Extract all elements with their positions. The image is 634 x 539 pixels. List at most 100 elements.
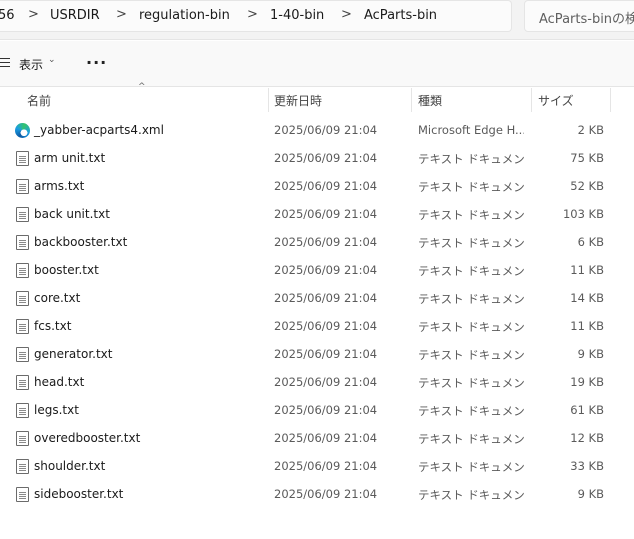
view-icon [0, 58, 10, 68]
file-type: Microsoft Edge H... [418, 123, 524, 137]
file-row[interactable]: core.txt 2025/06/09 21:04 テキスト ドキュメント 14… [0, 284, 634, 312]
file-name: shoulder.txt [34, 459, 106, 473]
file-size: 11 KB [570, 263, 604, 277]
column-divider[interactable] [610, 88, 611, 112]
file-size: 2 KB [577, 123, 604, 137]
file-row[interactable]: head.txt 2025/06/09 21:04 テキスト ドキュメント 19… [0, 368, 634, 396]
file-type: テキスト ドキュメント [418, 264, 524, 278]
file-date: 2025/06/09 21:04 [274, 459, 378, 473]
file-size: 12 KB [570, 431, 604, 445]
search-input[interactable]: AcParts-binの検索 [524, 0, 634, 32]
file-name: backbooster.txt [34, 235, 128, 249]
file-date: 2025/06/09 21:04 [274, 263, 378, 277]
file-size: 19 KB [570, 375, 604, 389]
breadcrumb-separator-icon[interactable]: > [341, 7, 352, 22]
file-size: 6 KB [577, 235, 604, 249]
breadcrumb-item[interactable]: USRDIR [50, 8, 100, 23]
file-type: テキスト ドキュメント [418, 208, 524, 222]
file-type: テキスト ドキュメント [418, 348, 524, 362]
file-name: sidebooster.txt [34, 487, 124, 501]
file-type: テキスト ドキュメント [418, 320, 524, 334]
file-type: テキスト ドキュメント [418, 236, 524, 250]
file-row[interactable]: backbooster.txt 2025/06/09 21:04 テキスト ドキ… [0, 228, 634, 256]
column-header-size[interactable]: サイズ [538, 92, 574, 109]
file-type: テキスト ドキュメント [418, 376, 524, 390]
file-row[interactable]: back unit.txt 2025/06/09 21:04 テキスト ドキュメ… [0, 200, 634, 228]
column-header-name[interactable]: 名前 [27, 92, 51, 109]
file-name: booster.txt [34, 263, 99, 277]
breadcrumb-separator-icon[interactable]: > [28, 7, 39, 22]
file-name: arm unit.txt [34, 151, 106, 165]
column-divider[interactable] [268, 88, 269, 112]
column-header-date[interactable]: 更新日時 [274, 92, 322, 109]
file-date: 2025/06/09 21:04 [274, 123, 378, 137]
file-size: 11 KB [570, 319, 604, 333]
file-type: テキスト ドキュメント [418, 180, 524, 194]
text-file-icon [16, 235, 29, 250]
breadcrumb-separator-icon[interactable]: > [116, 7, 127, 22]
breadcrumb-item[interactable]: regulation-bin [139, 8, 230, 23]
text-file-icon [16, 487, 29, 502]
file-type: テキスト ドキュメント [418, 152, 524, 166]
text-file-icon [16, 347, 29, 362]
file-type: テキスト ドキュメント [418, 292, 524, 306]
sort-ascending-icon: ^ [138, 82, 146, 92]
breadcrumb[interactable]: 56 > USRDIR > regulation-bin > 1-40-bin … [0, 0, 512, 32]
text-file-icon [16, 403, 29, 418]
file-row[interactable]: booster.txt 2025/06/09 21:04 テキスト ドキュメント… [0, 256, 634, 284]
address-bar: 56 > USRDIR > regulation-bin > 1-40-bin … [0, 0, 634, 40]
file-date: 2025/06/09 21:04 [274, 403, 378, 417]
breadcrumb-item-current[interactable]: AcParts-bin [364, 8, 437, 23]
file-name: generator.txt [34, 347, 113, 361]
file-row[interactable]: _yabber-acparts4.xml 2025/06/09 21:04 Mi… [0, 116, 634, 144]
file-date: 2025/06/09 21:04 [274, 431, 378, 445]
breadcrumb-item[interactable]: 56 [0, 8, 15, 23]
file-row[interactable]: generator.txt 2025/06/09 21:04 テキスト ドキュメ… [0, 340, 634, 368]
search-placeholder: AcParts-binの検索 [539, 12, 634, 27]
column-divider[interactable] [411, 88, 412, 112]
file-date: 2025/06/09 21:04 [274, 291, 378, 305]
breadcrumb-item[interactable]: 1-40-bin [270, 8, 324, 23]
breadcrumb-separator-icon[interactable]: > [247, 7, 258, 22]
file-name: back unit.txt [34, 207, 110, 221]
text-file-icon [16, 207, 29, 222]
file-row[interactable]: shoulder.txt 2025/06/09 21:04 テキスト ドキュメン… [0, 452, 634, 480]
text-file-icon [16, 263, 29, 278]
file-size: 33 KB [570, 459, 604, 473]
file-type: テキスト ドキュメント [418, 460, 524, 474]
chevron-down-icon: ⌄ [48, 55, 56, 65]
file-row[interactable]: sidebooster.txt 2025/06/09 21:04 テキスト ドキ… [0, 480, 634, 508]
file-size: 61 KB [570, 403, 604, 417]
file-date: 2025/06/09 21:04 [274, 179, 378, 193]
text-file-icon [16, 179, 29, 194]
file-row[interactable]: legs.txt 2025/06/09 21:04 テキスト ドキュメント 61… [0, 396, 634, 424]
file-size: 103 KB [562, 207, 604, 221]
column-header-row: ^ 名前 更新日時 種類 サイズ [0, 82, 634, 112]
file-row[interactable]: overedbooster.txt 2025/06/09 21:04 テキスト … [0, 424, 634, 452]
file-name: legs.txt [34, 403, 79, 417]
file-date: 2025/06/09 21:04 [274, 235, 378, 249]
file-row[interactable]: arm unit.txt 2025/06/09 21:04 テキスト ドキュメン… [0, 144, 634, 172]
file-date: 2025/06/09 21:04 [274, 375, 378, 389]
file-row[interactable]: arms.txt 2025/06/09 21:04 テキスト ドキュメント 52… [0, 172, 634, 200]
command-bar: 表示 ⌄ ... [0, 41, 634, 87]
file-date: 2025/06/09 21:04 [274, 487, 378, 501]
text-file-icon [16, 459, 29, 474]
file-row[interactable]: fcs.txt 2025/06/09 21:04 テキスト ドキュメント 11 … [0, 312, 634, 340]
file-date: 2025/06/09 21:04 [274, 319, 378, 333]
file-size: 9 KB [577, 347, 604, 361]
file-name: head.txt [34, 375, 85, 389]
file-size: 75 KB [570, 151, 604, 165]
file-name: _yabber-acparts4.xml [34, 123, 164, 137]
file-name: core.txt [34, 291, 81, 305]
column-header-type[interactable]: 種類 [418, 92, 442, 109]
view-label: 表示 [19, 58, 44, 72]
file-name: fcs.txt [34, 319, 72, 333]
edge-icon [15, 123, 30, 138]
column-divider[interactable] [531, 88, 532, 112]
text-file-icon [16, 319, 29, 334]
file-size: 52 KB [570, 179, 604, 193]
view-button[interactable]: 表示 ⌄ [0, 52, 62, 76]
more-options-button[interactable]: ... [86, 51, 108, 74]
file-size: 9 KB [577, 487, 604, 501]
